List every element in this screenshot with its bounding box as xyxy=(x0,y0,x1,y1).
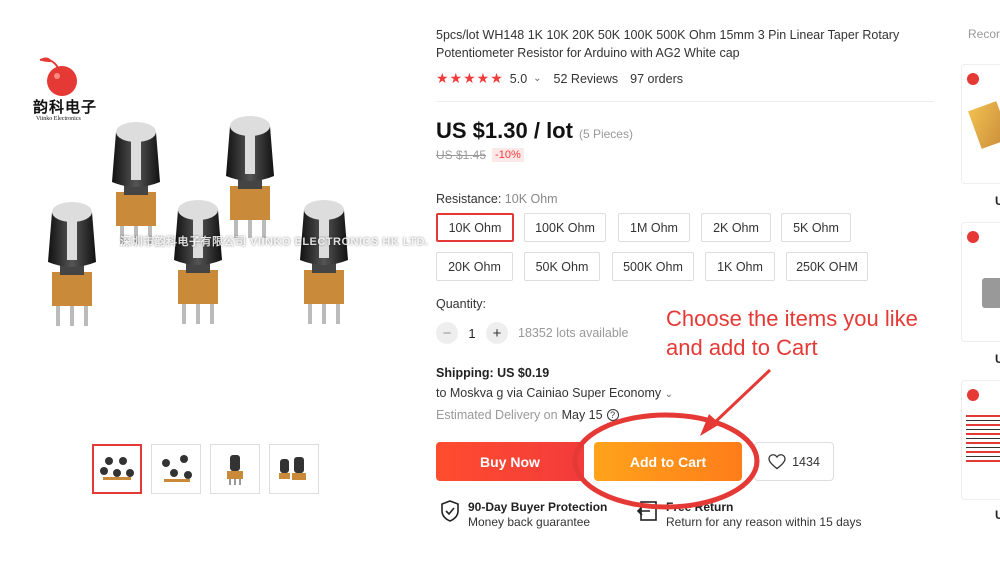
rating-row: ★★★★★ 5.0 ⌄ 52 Reviews 97 orders xyxy=(436,70,683,87)
thumbnail-3[interactable] xyxy=(210,444,260,494)
shipping-destination[interactable]: to Moskva g via Cainiao Super Economy ⌄ xyxy=(436,386,673,400)
buyer-protection-title: 90-Day Buyer Protection xyxy=(468,500,608,514)
thumbnail-4[interactable] xyxy=(269,444,319,494)
rating-value[interactable]: 5.0 xyxy=(510,72,527,86)
thumbnail-1[interactable] xyxy=(92,444,142,494)
resistance-selected-value: 10K Ohm xyxy=(504,192,558,206)
recommendation-card[interactable] xyxy=(961,64,1000,184)
discount-badge: -10% xyxy=(492,148,524,162)
rating-stars: ★★★★★ xyxy=(436,70,504,86)
quantity-increase-button[interactable]: + xyxy=(486,322,508,344)
annotation-line-1: Choose the items you like xyxy=(666,306,918,331)
option-500k-ohm[interactable]: 500K Ohm xyxy=(612,252,694,281)
option-50k-ohm[interactable]: 50K Ohm xyxy=(524,252,600,281)
shipping-price: Shipping: US $0.19 xyxy=(436,366,550,380)
thumbnail-image xyxy=(162,455,192,482)
shipping-destination-text[interactable]: to Moskva g via Cainiao Super Economy xyxy=(436,386,661,400)
wishlist-button[interactable]: 1434 xyxy=(754,442,834,481)
resistance-label: Resistance: 10K Ohm xyxy=(436,192,558,206)
cherry-logo-icon xyxy=(967,231,979,243)
thumbnail-image xyxy=(100,457,134,480)
recommendations-column: Recor U U U xyxy=(960,0,1000,563)
quantity-stepper: − 1 + 18352 lots available xyxy=(436,322,629,344)
buy-now-button[interactable]: Buy Now xyxy=(436,442,584,481)
option-250k-ohm[interactable]: 250K OHM xyxy=(786,252,868,281)
option-1k-ohm[interactable]: 1K Ohm xyxy=(705,252,775,281)
heart-icon xyxy=(768,453,786,469)
thumbnail-image xyxy=(227,455,243,485)
estimated-delivery-label: Estimated Delivery on xyxy=(436,408,558,422)
recommendation-card[interactable] xyxy=(961,222,1000,342)
thumbnail-image xyxy=(279,457,306,480)
option-100k-ohm[interactable]: 100K Ohm xyxy=(524,213,606,242)
recommendation-price: U xyxy=(995,508,1000,522)
current-price: US $1.30 / lot xyxy=(436,118,573,143)
reviews-link[interactable]: 52 Reviews xyxy=(554,72,619,86)
thumbnail-2[interactable] xyxy=(151,444,201,494)
estimated-delivery-date: May 15 xyxy=(561,408,603,422)
original-price-row: US $1.45 -10% xyxy=(436,148,524,162)
image-watermark: 深圳市韵科电子有限公司 VIINKO ELECTRONICS HK LTD. xyxy=(120,236,429,248)
estimated-delivery: Estimated Delivery on May 15 ? xyxy=(436,408,619,422)
option-10k-ohm[interactable]: 10K Ohm xyxy=(436,213,514,242)
help-icon[interactable]: ? xyxy=(606,409,619,421)
product-thumbnail xyxy=(966,415,1000,465)
buyer-protection: 90-Day Buyer Protection Money back guara… xyxy=(440,500,607,529)
shield-check-icon xyxy=(441,500,459,522)
product-title: 5pcs/lot WH148 1K 10K 20K 50K 100K 500K … xyxy=(436,28,900,60)
product-thumbnail xyxy=(968,101,1000,149)
price-row: US $1.30 / lot (5 Pieces) xyxy=(436,118,633,144)
option-20k-ohm[interactable]: 20K Ohm xyxy=(436,252,513,281)
add-to-cart-button[interactable]: Add to Cart xyxy=(594,442,742,481)
product-gallery: 韵科电子 Viinko Electronics 深圳市韵科电子有限公司 VIIN… xyxy=(0,0,428,563)
main-product-image[interactable] xyxy=(40,100,380,340)
quantity-decrease-button[interactable]: − xyxy=(436,322,458,344)
recommendation-card[interactable] xyxy=(961,380,1000,500)
buyer-protection-subtitle: Money back guarantee xyxy=(468,515,591,529)
cherry-logo-icon xyxy=(967,389,979,401)
quantity-label: Quantity: xyxy=(436,297,487,311)
annotation-arrow-head xyxy=(700,414,720,436)
free-return: Free Return Return for any reason within… xyxy=(636,500,861,529)
product-thumbnail xyxy=(982,278,1000,308)
original-price: US $1.45 xyxy=(436,148,487,162)
chevron-down-icon[interactable]: ⌄ xyxy=(533,73,541,84)
recommendation-price: U xyxy=(995,352,1000,366)
cherry-logo-icon xyxy=(39,57,77,96)
recommendations-label: Recor xyxy=(968,27,1000,41)
quantity-input[interactable]: 1 xyxy=(458,326,486,341)
option-2k-ohm[interactable]: 2K Ohm xyxy=(701,213,771,242)
annotation-callout: Choose the items you like and add to Car… xyxy=(666,304,918,362)
wishlist-count: 1434 xyxy=(792,454,820,469)
free-return-title: Free Return xyxy=(666,500,734,514)
recommendation-price: U xyxy=(995,194,1000,208)
cherry-logo-icon xyxy=(967,73,979,85)
option-5k-ohm[interactable]: 5K Ohm xyxy=(781,213,851,242)
resistance-label-text: Resistance: xyxy=(436,192,502,206)
annotation-line-2: and add to Cart xyxy=(666,335,818,360)
return-icon xyxy=(636,501,657,521)
pieces-note: (5 Pieces) xyxy=(578,127,633,141)
option-1m-ohm[interactable]: 1M Ohm xyxy=(618,213,690,242)
divider xyxy=(436,101,934,102)
thumbnail-strip xyxy=(92,444,319,494)
free-return-subtitle: Return for any reason within 15 days xyxy=(666,515,862,529)
quantity-available: 18352 lots available xyxy=(518,326,629,340)
chevron-down-icon[interactable]: ⌄ xyxy=(665,389,673,400)
annotation-arrow-line xyxy=(710,368,772,427)
orders-count: 97 orders xyxy=(630,71,683,86)
